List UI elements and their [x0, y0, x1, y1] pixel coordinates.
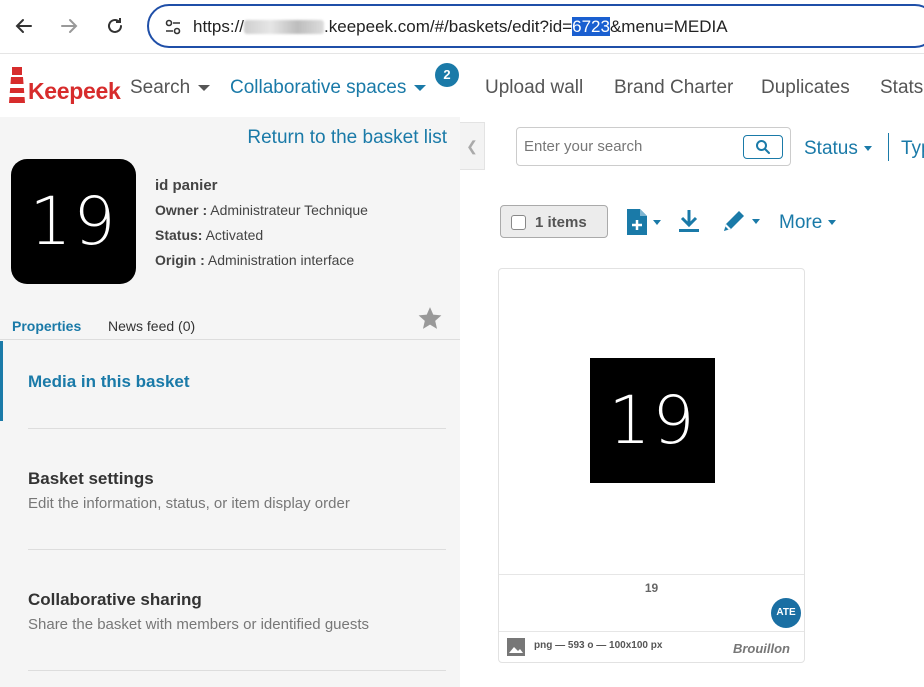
nav-stats[interactable]: Stats: [880, 77, 923, 99]
url-id-selection: 6723: [572, 17, 610, 36]
menu-settings-desc: Edit the information, status, or item di…: [28, 495, 350, 512]
arrow-right-icon: [61, 19, 78, 33]
star-icon[interactable]: [417, 305, 443, 331]
divider: [28, 428, 446, 429]
url-domain: .keepeek.com/#/baskets/edit?id=: [324, 17, 573, 36]
basket-info: id panier Owner : Administrateur Techniq…: [155, 173, 368, 273]
basket-tabs: Properties News feed (0): [0, 312, 460, 340]
owner-label: Owner :: [155, 202, 208, 218]
media-card[interactable]: 19 19 ATE png — 593 o — 100x100 px Broui…: [498, 268, 805, 663]
search-input[interactable]: [524, 138, 739, 155]
media-title: 19: [644, 581, 659, 595]
chevron-down-icon: [653, 219, 661, 225]
select-items-button[interactable]: 1 items: [500, 205, 608, 238]
search-icon: [756, 140, 770, 154]
media-meta: png — 593 o — 100x100 px: [534, 640, 663, 651]
nav-upload-wall[interactable]: Upload wall: [485, 77, 583, 99]
chevron-down-icon: [863, 146, 872, 152]
divider: [499, 574, 804, 575]
url-text[interactable]: https:// .keepeek.com/#/baskets/edit?id=6…: [193, 17, 728, 37]
basket-sidebar: Return to the basket list 19 id panier O…: [0, 117, 460, 687]
basket-status: Status: Activated: [155, 223, 368, 248]
search-button[interactable]: [743, 135, 783, 159]
nav-collaborative-spaces[interactable]: Collaborative spaces: [230, 77, 427, 99]
owner-value: Administrateur Technique: [210, 202, 368, 218]
basket-thumbnail: 19: [11, 159, 136, 284]
lighthouse-icon: [9, 67, 25, 103]
add-document-button[interactable]: [625, 207, 661, 237]
divider: [499, 631, 804, 632]
chevron-left-icon: ❮: [466, 137, 478, 154]
notification-badge: 2: [435, 63, 459, 87]
basket-name: id panier: [155, 177, 218, 194]
menu-sharing-title: Collaborative sharing: [28, 590, 202, 609]
url-suffix: &menu=MEDIA: [609, 17, 728, 36]
chevron-down-icon: [414, 84, 427, 91]
add-file-icon: [627, 209, 647, 235]
reload-icon: [108, 18, 122, 33]
origin-value: Administration interface: [207, 252, 355, 268]
divider: [888, 133, 889, 161]
browser-toolbar: https:// .keepeek.com/#/baskets/edit?id=6…: [0, 0, 924, 54]
media-status: Brouillon: [732, 641, 790, 656]
search-box: [516, 127, 791, 166]
back-button[interactable]: [9, 11, 39, 41]
tab-news-feed[interactable]: News feed (0): [108, 318, 195, 334]
media-thumbnail[interactable]: 19: [590, 358, 715, 483]
select-all-checkbox[interactable]: [511, 215, 526, 230]
logo-text: Keepeek: [28, 78, 121, 104]
menu-settings-title: Basket settings: [28, 469, 154, 488]
keepeek-logo[interactable]: Keepeek: [8, 65, 121, 105]
items-count: 1 items: [535, 214, 587, 231]
status-filter-label: Status: [804, 138, 858, 159]
arrow-left-icon: [15, 19, 32, 33]
menu-media-in-basket[interactable]: Media in this basket: [0, 341, 460, 421]
menu-media-title: Media in this basket: [28, 372, 190, 391]
status-filter[interactable]: Status: [804, 138, 872, 160]
site-settings-icon[interactable]: [163, 17, 183, 37]
user-avatar-badge: ATE: [771, 598, 801, 628]
address-bar[interactable]: https:// .keepeek.com/#/baskets/edit?id=6…: [147, 4, 924, 48]
status-label: Status:: [155, 227, 203, 243]
nav-collaborative-spaces-label: Collaborative spaces: [230, 77, 407, 98]
chevron-down-icon: [752, 218, 760, 224]
edit-button[interactable]: [720, 207, 760, 235]
more-menu-button[interactable]: More: [779, 212, 837, 234]
nav-duplicates[interactable]: Duplicates: [761, 77, 850, 99]
download-icon: [679, 210, 699, 232]
chevron-down-icon: [828, 220, 837, 226]
nav-brand-charter[interactable]: Brand Charter: [614, 77, 733, 99]
nav-search-label: Search: [130, 77, 191, 98]
app-header: Keepeek Search Collaborative spaces 2 Up…: [0, 55, 924, 117]
redacted-subdomain: [244, 19, 325, 34]
pencil-icon: [724, 211, 744, 231]
forward-button[interactable]: [54, 11, 84, 41]
image-file-icon: [507, 638, 525, 656]
menu-sharing-desc: Share the basket with members or identif…: [28, 616, 370, 633]
divider: [28, 549, 446, 550]
basket-owner: Owner : Administrateur Technique: [155, 198, 368, 223]
reload-button[interactable]: [100, 11, 130, 41]
download-button[interactable]: [677, 207, 701, 235]
chevron-down-icon: [198, 84, 211, 91]
collapse-sidebar-button[interactable]: ❮: [460, 122, 485, 170]
divider: [28, 670, 446, 671]
return-to-basket-list-link[interactable]: Return to the basket list: [247, 127, 447, 149]
url-prefix: https://: [193, 17, 245, 36]
basket-origin: Origin : Administration interface: [155, 248, 368, 273]
origin-label: Origin :: [155, 252, 205, 268]
status-value: Activated: [205, 227, 264, 243]
type-filter[interactable]: Typ: [901, 138, 924, 160]
tab-properties[interactable]: Properties: [12, 318, 81, 334]
nav-search[interactable]: Search: [130, 77, 211, 99]
more-label: More: [779, 212, 823, 233]
